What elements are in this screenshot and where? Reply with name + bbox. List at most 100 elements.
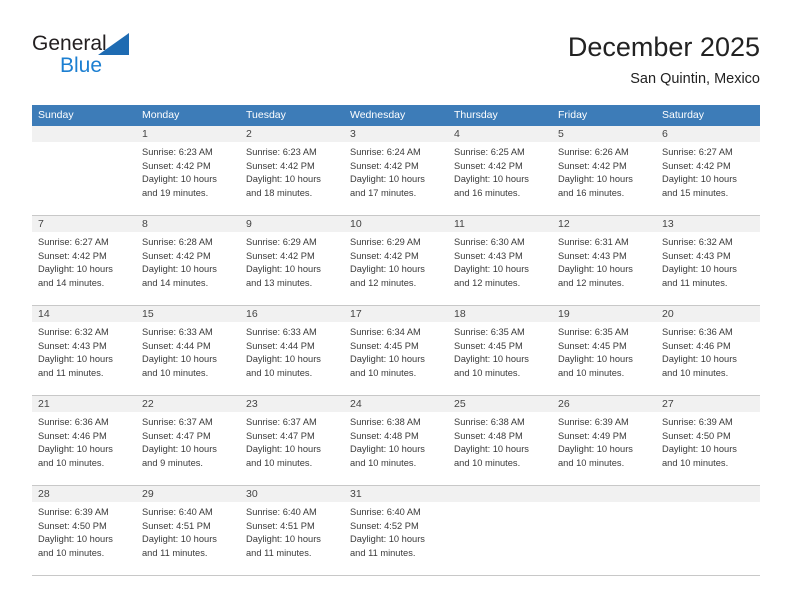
day-details: Sunrise: 6:33 AM Sunset: 4:44 PM Daylight:… [240, 322, 344, 386]
daylight-text: Daylight: 10 hours and 10 minutes. [38, 534, 113, 558]
day-number: 3 [344, 126, 448, 142]
sunset-text: Sunset: 4:47 PM [142, 430, 211, 441]
daylight-text: Daylight: 10 hours and 9 minutes. [142, 444, 217, 468]
daylight-text: Daylight: 10 hours and 16 minutes. [558, 174, 633, 198]
day-number: 20 [656, 306, 760, 322]
day-number [656, 486, 760, 502]
sunrise-text: Sunrise: 6:35 AM [558, 327, 629, 337]
day-number: 31 [344, 486, 448, 502]
calendar-day-cell[interactable]: 6 Sunrise: 6:27 AM Sunset: 4:42 PM Daylight… [656, 126, 760, 215]
day-details: Sunrise: 6:36 AM Sunset: 4:46 PM Daylight:… [656, 322, 760, 386]
daylight-text: Daylight: 10 hours and 11 minutes. [662, 264, 737, 288]
sunrise-text: Sunrise: 6:23 AM [142, 147, 213, 157]
calendar-day-cell[interactable]: 26 Sunrise: 6:39 AM Sunset: 4:49 PM Dayligh… [552, 396, 656, 485]
sunset-text: Sunset: 4:46 PM [38, 430, 107, 441]
calendar-day-cell[interactable]: 2 Sunrise: 6:23 AM Sunset: 4:42 PM Daylight… [240, 126, 344, 215]
sunset-text: Sunset: 4:42 PM [454, 160, 523, 171]
calendar-day-cell[interactable]: 28 Sunrise: 6:39 AM Sunset: 4:50 PM Dayligh… [32, 486, 136, 575]
sunrise-text: Sunrise: 6:38 AM [454, 417, 525, 427]
calendar-day-cell[interactable]: 5 Sunrise: 6:26 AM Sunset: 4:42 PM Daylight… [552, 126, 656, 215]
calendar-day-cell[interactable]: 20 Sunrise: 6:36 AM Sunset: 4:46 PM Dayligh… [656, 306, 760, 395]
calendar-day-cell[interactable]: 17 Sunrise: 6:34 AM Sunset: 4:45 PM Dayligh… [344, 306, 448, 395]
day-number: 7 [32, 216, 136, 232]
day-number: 10 [344, 216, 448, 232]
calendar-day-cell[interactable]: 31 Sunrise: 6:40 AM Sunset: 4:52 PM Dayligh… [344, 486, 448, 575]
sunset-text: Sunset: 4:45 PM [558, 340, 627, 351]
sunset-text: Sunset: 4:44 PM [142, 340, 211, 351]
calendar-day-cell[interactable]: 21 Sunrise: 6:36 AM Sunset: 4:46 PM Dayligh… [32, 396, 136, 485]
weekday-header-sunday: Sunday [38, 109, 74, 121]
calendar-day-cell[interactable]: 8 Sunrise: 6:28 AM Sunset: 4:42 PM Daylight… [136, 216, 240, 305]
calendar-day-cell[interactable]: 12 Sunrise: 6:31 AM Sunset: 4:43 PM Dayligh… [552, 216, 656, 305]
weekday-header-thursday: Thursday [454, 109, 498, 121]
daylight-text: Daylight: 10 hours and 10 minutes. [558, 444, 633, 468]
day-number: 14 [32, 306, 136, 322]
sunset-text: Sunset: 4:42 PM [350, 160, 419, 171]
sunset-text: Sunset: 4:46 PM [662, 340, 731, 351]
logo-text-general: General [32, 32, 107, 55]
calendar-day-cell[interactable]: 13 Sunrise: 6:32 AM Sunset: 4:43 PM Dayligh… [656, 216, 760, 305]
calendar-week-row: 28 Sunrise: 6:39 AM Sunset: 4:50 PM Dayligh… [32, 486, 760, 576]
day-number: 30 [240, 486, 344, 502]
calendar-day-cell[interactable]: 27 Sunrise: 6:39 AM Sunset: 4:50 PM Dayligh… [656, 396, 760, 485]
day-details: Sunrise: 6:31 AM Sunset: 4:43 PM Daylight:… [552, 232, 656, 296]
calendar-day-cell[interactable]: 25 Sunrise: 6:38 AM Sunset: 4:48 PM Dayligh… [448, 396, 552, 485]
sunrise-text: Sunrise: 6:33 AM [246, 327, 317, 337]
calendar-day-cell[interactable]: 3 Sunrise: 6:24 AM Sunset: 4:42 PM Daylight… [344, 126, 448, 215]
general-blue-logo[interactable]: General Blue [32, 32, 182, 88]
weekday-header-tuesday: Tuesday [246, 109, 286, 121]
sunset-text: Sunset: 4:43 PM [558, 250, 627, 261]
calendar-day-cell[interactable]: 18 Sunrise: 6:35 AM Sunset: 4:45 PM Dayligh… [448, 306, 552, 395]
daylight-text: Daylight: 10 hours and 19 minutes. [142, 174, 217, 198]
calendar-week-row: 1 Sunrise: 6:23 AM Sunset: 4:42 PM Daylight… [32, 126, 760, 216]
sunrise-text: Sunrise: 6:27 AM [662, 147, 733, 157]
calendar-day-cell[interactable]: 23 Sunrise: 6:37 AM Sunset: 4:47 PM Dayligh… [240, 396, 344, 485]
sunrise-text: Sunrise: 6:34 AM [350, 327, 421, 337]
day-details: Sunrise: 6:26 AM Sunset: 4:42 PM Daylight:… [552, 142, 656, 206]
calendar-day-cell[interactable]: 24 Sunrise: 6:38 AM Sunset: 4:48 PM Dayligh… [344, 396, 448, 485]
sunset-text: Sunset: 4:43 PM [454, 250, 523, 261]
calendar-day-cell[interactable]: 30 Sunrise: 6:40 AM Sunset: 4:51 PM Dayligh… [240, 486, 344, 575]
day-details: Sunrise: 6:40 AM Sunset: 4:52 PM Daylight:… [344, 502, 448, 566]
daylight-text: Daylight: 10 hours and 17 minutes. [350, 174, 425, 198]
weekday-header-monday: Monday [142, 109, 180, 121]
day-details: Sunrise: 6:29 AM Sunset: 4:42 PM Daylight:… [344, 232, 448, 296]
calendar-day-cell[interactable]: 9 Sunrise: 6:29 AM Sunset: 4:42 PM Daylight… [240, 216, 344, 305]
weekday-header-saturday: Saturday [662, 109, 705, 121]
day-details: Sunrise: 6:36 AM Sunset: 4:46 PM Daylight:… [32, 412, 136, 476]
daylight-text: Daylight: 10 hours and 10 minutes. [38, 444, 113, 468]
calendar-cell-empty [656, 486, 760, 575]
title-block: December 2025 San Quintin, Mexico [568, 30, 760, 90]
calendar-day-cell[interactable]: 29 Sunrise: 6:40 AM Sunset: 4:51 PM Dayligh… [136, 486, 240, 575]
daylight-text: Daylight: 10 hours and 13 minutes. [246, 264, 321, 288]
calendar-day-cell[interactable]: 14 Sunrise: 6:32 AM Sunset: 4:43 PM Dayligh… [32, 306, 136, 395]
calendar-day-cell[interactable]: 7 Sunrise: 6:27 AM Sunset: 4:42 PM Daylight… [32, 216, 136, 305]
sunrise-text: Sunrise: 6:28 AM [142, 237, 213, 247]
calendar-day-cell[interactable]: 16 Sunrise: 6:33 AM Sunset: 4:44 PM Dayligh… [240, 306, 344, 395]
sunrise-text: Sunrise: 6:35 AM [454, 327, 525, 337]
calendar-day-cell[interactable]: 4 Sunrise: 6:25 AM Sunset: 4:42 PM Daylight… [448, 126, 552, 215]
sunset-text: Sunset: 4:42 PM [558, 160, 627, 171]
day-details: Sunrise: 6:23 AM Sunset: 4:42 PM Daylight:… [136, 142, 240, 206]
day-details: Sunrise: 6:35 AM Sunset: 4:45 PM Daylight:… [448, 322, 552, 386]
page-title: December 2025 [567, 32, 760, 62]
day-number: 6 [656, 126, 760, 142]
sunrise-text: Sunrise: 6:32 AM [662, 237, 733, 247]
day-details: Sunrise: 6:28 AM Sunset: 4:42 PM Daylight:… [136, 232, 240, 296]
calendar-day-cell[interactable]: 10 Sunrise: 6:29 AM Sunset: 4:42 PM Dayligh… [344, 216, 448, 305]
calendar-day-cell[interactable]: 1 Sunrise: 6:23 AM Sunset: 4:42 PM Daylight… [136, 126, 240, 215]
daylight-text: Daylight: 10 hours and 11 minutes. [246, 534, 321, 558]
calendar-day-cell[interactable]: 22 Sunrise: 6:37 AM Sunset: 4:47 PM Dayligh… [136, 396, 240, 485]
daylight-text: Daylight: 10 hours and 12 minutes. [558, 264, 633, 288]
calendar-day-cell[interactable]: 11 Sunrise: 6:30 AM Sunset: 4:43 PM Dayligh… [448, 216, 552, 305]
calendar-cell-empty [552, 486, 656, 575]
calendar-page: General Blue December 2025 San Quintin, … [0, 0, 792, 612]
calendar-day-cell[interactable]: 19 Sunrise: 6:35 AM Sunset: 4:45 PM Dayligh… [552, 306, 656, 395]
day-number: 9 [240, 216, 344, 232]
day-details: Sunrise: 6:37 AM Sunset: 4:47 PM Daylight:… [240, 412, 344, 476]
weekday-header-row: Sunday Monday Tuesday Wednesday Thursday Frid… [32, 105, 760, 126]
day-details: Sunrise: 6:35 AM Sunset: 4:45 PM Daylight:… [552, 322, 656, 386]
sunrise-text: Sunrise: 6:40 AM [142, 507, 213, 517]
calendar-day-cell[interactable]: 15 Sunrise: 6:33 AM Sunset: 4:44 PM Dayligh… [136, 306, 240, 395]
sunset-text: Sunset: 4:42 PM [142, 160, 211, 171]
